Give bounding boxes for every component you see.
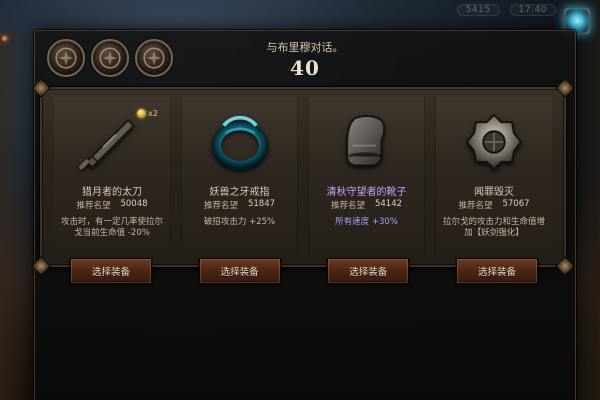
- item-name: 妖兽之牙戒指: [209, 187, 270, 198]
- recommended-reputation: 推荐名望 57067: [436, 199, 552, 211]
- item-name: 闻罪毁灭: [474, 187, 514, 198]
- recommended-reputation: 推荐名望 54142: [309, 199, 424, 211]
- item-selection-frame: x2 猎月者的太刀 推荐名望 50048 攻击时，有一定几率使拉尔戈当前生命值 …: [31, 78, 575, 276]
- item-card-4[interactable]: 闻罪毁灭 推荐名望 57067 拉尔戈的攻击力和生命值增加【妖剑强化】: [435, 97, 552, 257]
- hud-right-text: 17:40: [518, 5, 547, 15]
- recommended-reputation: 推荐名望 50048: [54, 199, 170, 211]
- boots-icon: [345, 115, 385, 167]
- rep-value: 57067: [502, 199, 530, 209]
- frame-corner-top-right: [555, 78, 575, 98]
- item-art: [455, 103, 533, 181]
- dialog-title: 与布里穆对话。: [266, 41, 344, 54]
- item-card-2[interactable]: 妖兽之牙戒指 推荐名望 51847 破招攻击力 +25%: [181, 97, 298, 257]
- helm-icon: [465, 113, 523, 171]
- select-equipment-button-2[interactable]: 选择装备: [198, 258, 281, 284]
- rep-value: 51847: [247, 199, 276, 209]
- item-art: [73, 103, 151, 181]
- left-edge-panel: [0, 30, 30, 400]
- item-card-1[interactable]: x2 猎月者的太刀 推荐名望 50048 攻击时，有一定几率使拉尔戈当前生命值 …: [54, 97, 171, 257]
- sword-icon: [79, 119, 135, 170]
- recommended-reputation: 推荐名望 51847: [182, 199, 297, 211]
- item-effect: 攻击时，有一定几率使拉尔戈当前生命值 -20%: [60, 217, 163, 238]
- item-name: 猎月者的太刀: [82, 187, 142, 198]
- select-equipment-button-4[interactable]: 选择装备: [455, 258, 538, 284]
- hud-left-pill: 5415: [456, 4, 500, 16]
- rep-label: 推荐名望: [458, 201, 493, 211]
- item-effect: 破招攻击力 +25%: [203, 217, 276, 227]
- rep-label: 推荐名望: [203, 201, 238, 211]
- ring-icon: [211, 115, 268, 170]
- item-name: 清秋守望者的靴子: [326, 187, 407, 198]
- item-effect: 拉尔戈的攻击力和生命值增加【妖剑强化】: [442, 217, 545, 238]
- rep-value: 54142: [374, 199, 403, 209]
- frame-corner-top-left: [31, 78, 51, 98]
- rep-label: 推荐名望: [330, 201, 365, 211]
- equipment-choice-dialog: 与布里穆对话。 40 x2 猎月者的太刀 推荐名望 50048 攻击时，有一定几…: [31, 30, 576, 400]
- rep-label: 推荐名望: [76, 201, 111, 211]
- dialog-count: 40: [290, 56, 320, 80]
- hud-left-text: 5415: [465, 5, 491, 15]
- select-equipment-button-3[interactable]: 选择装备: [327, 258, 410, 284]
- left-edge-glow-dot: [2, 36, 7, 41]
- top-right-hud: 5415 17:40: [456, 4, 556, 16]
- select-equipment-button-1[interactable]: 选择装备: [70, 258, 152, 284]
- item-effect: 所有速度 +30%: [335, 217, 398, 227]
- item-art: [328, 103, 406, 181]
- select-buttons-row: 选择装备 选择装备 选择装备 选择装备: [34, 258, 574, 284]
- item-cards: x2 猎月者的太刀 推荐名望 50048 攻击时，有一定几率使拉尔戈当前生命值 …: [54, 97, 552, 257]
- hud-right-pill: 17:40: [509, 4, 556, 16]
- rep-value: 50048: [120, 199, 148, 209]
- item-art: [201, 103, 279, 181]
- item-card-3[interactable]: 清秋守望者的靴子 推荐名望 54142 所有速度 +30%: [308, 97, 425, 257]
